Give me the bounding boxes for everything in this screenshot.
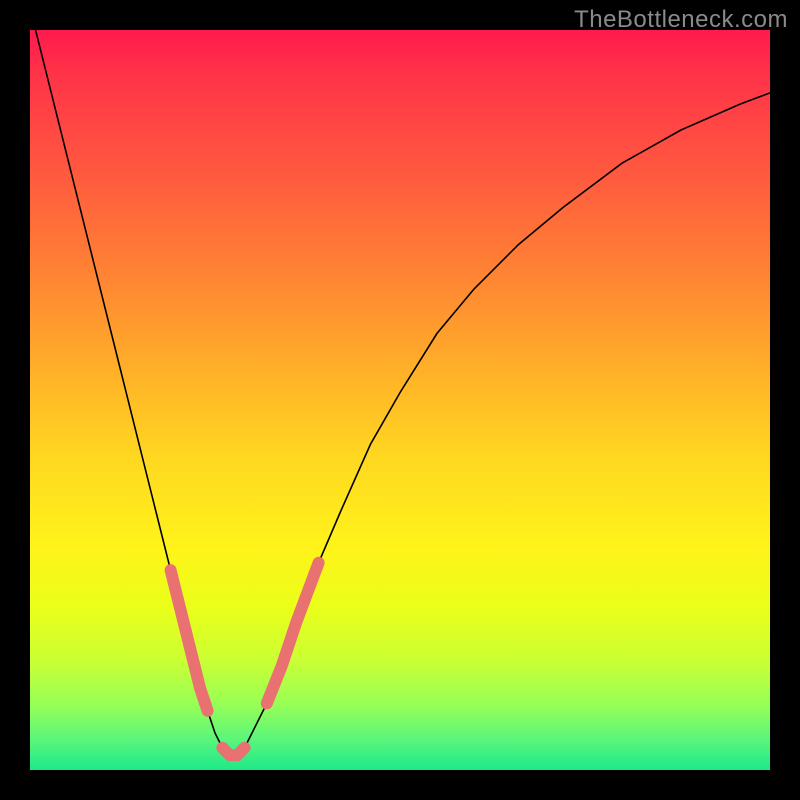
marker-left-branch xyxy=(171,570,208,711)
curve-svg xyxy=(30,30,770,770)
bottleneck-curve xyxy=(30,30,770,755)
plot-area xyxy=(30,30,770,770)
marker-right-branch xyxy=(267,563,319,704)
chart-frame: TheBottleneck.com xyxy=(0,0,800,800)
marker-bottom xyxy=(222,748,244,755)
